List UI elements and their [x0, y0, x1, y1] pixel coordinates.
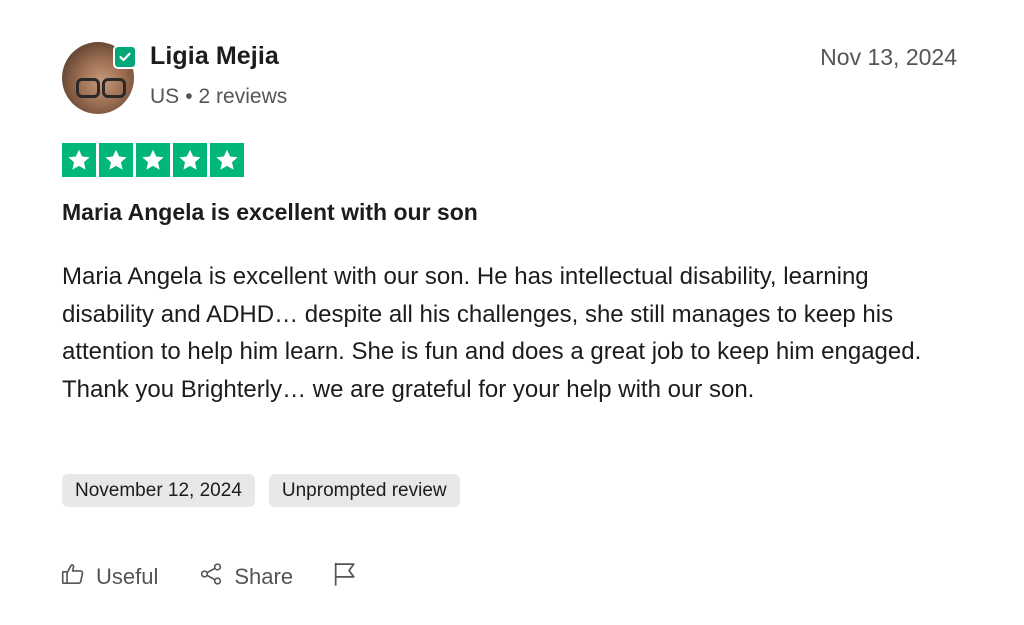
thumbs-up-icon [60, 561, 86, 593]
star-icon [136, 143, 170, 177]
avatar-glasses-left [76, 78, 100, 98]
review-text: Maria Angela is excellent with our son. … [62, 263, 922, 403]
star-rating [62, 143, 244, 177]
verified-badge-icon [113, 45, 137, 69]
star-icon [99, 143, 133, 177]
meta-separator: • [185, 85, 193, 108]
share-icon [198, 561, 224, 593]
share-label: Share [234, 564, 294, 589]
useful-label: Useful [96, 564, 159, 589]
review-card: Ligia Mejia US • 2 reviews Nov 13, 2024 Ma… [0, 0, 1024, 625]
share-button[interactable]: Share [198, 561, 293, 593]
star-icon [173, 143, 207, 177]
flag-icon [331, 560, 359, 594]
review-title[interactable]: Maria Angela is excellent with our son [62, 199, 478, 226]
experience-date-tag: November 12, 2024 [62, 474, 255, 507]
review-tags: November 12, 2024 Unprompted review [62, 474, 460, 507]
review-date: Nov 13, 2024 [820, 44, 957, 70]
star-icon [210, 143, 244, 177]
star-icon [62, 143, 96, 177]
useful-button[interactable]: Useful [60, 561, 158, 593]
reviewer-meta: US • 2 reviews [150, 85, 287, 109]
avatar-glasses-right [102, 78, 126, 98]
review-actions: Useful Share [60, 560, 359, 594]
reviewer-name[interactable]: Ligia Mejia [150, 42, 279, 71]
reviewer-country: US [150, 85, 180, 108]
report-button[interactable] [331, 560, 359, 594]
reviewer-review-count: 2 reviews [198, 85, 288, 108]
unprompted-review-tag[interactable]: Unprompted review [268, 474, 460, 507]
